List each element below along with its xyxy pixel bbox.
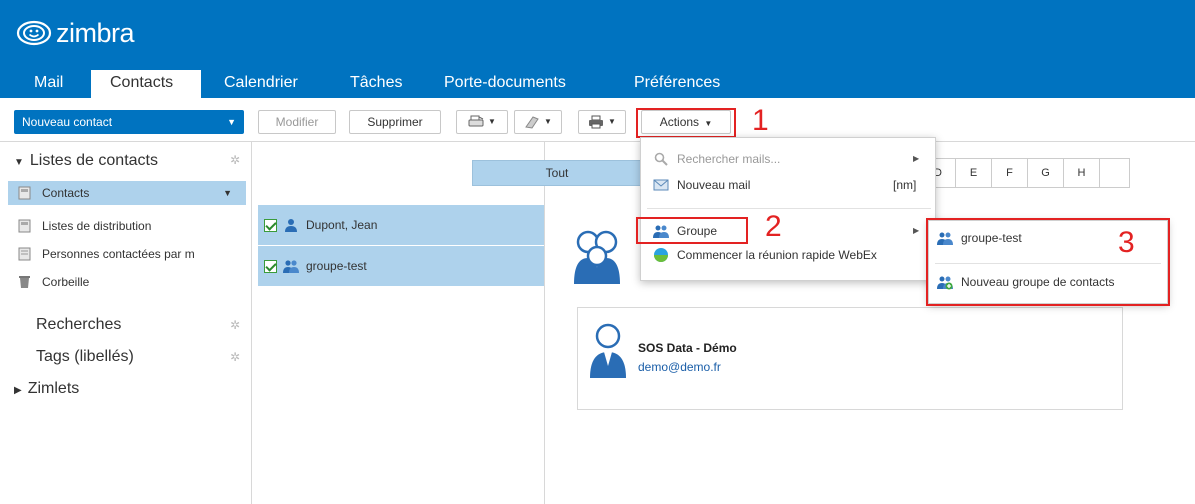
sidebar-item-label: Listes de distribution bbox=[42, 219, 152, 233]
checkbox-checked-icon[interactable] bbox=[264, 260, 277, 273]
contact-lists-header[interactable]: ▼ Listes de contacts bbox=[14, 152, 158, 170]
tab-briefcase[interactable]: Porte-documents bbox=[432, 70, 578, 98]
annotation-box-2 bbox=[636, 217, 748, 244]
alphabet-next-button[interactable] bbox=[1100, 158, 1130, 188]
contact-list-pane: Dupont, Jean groupe-test bbox=[253, 142, 545, 504]
address-book-icon bbox=[18, 247, 31, 261]
print-button[interactable]: ▼ bbox=[578, 110, 626, 134]
annotation-step-1: 1 bbox=[752, 104, 769, 137]
searches-header[interactable]: Recherches bbox=[36, 316, 121, 334]
contact-name: Dupont, Jean bbox=[306, 218, 378, 232]
sidebar-item-label: Personnes contactées par m bbox=[42, 247, 195, 261]
chevron-down-icon: ▼ bbox=[488, 117, 496, 126]
menu-item-new-mail[interactable]: Nouveau mail [nm] bbox=[641, 174, 935, 196]
contact-lists-title: Listes de contacts bbox=[29, 152, 158, 169]
menu-item-label: Commencer la réunion rapide WebEx bbox=[677, 248, 877, 262]
gear-icon[interactable]: ✲ bbox=[230, 351, 242, 363]
tags-header[interactable]: Tags (libellés) bbox=[36, 348, 134, 366]
new-contact-label: Nouveau contact bbox=[22, 115, 113, 129]
sidebar-item-contacts[interactable]: Contacts ▼ bbox=[8, 181, 246, 205]
alphabet-all-button[interactable]: Tout bbox=[472, 160, 642, 186]
print-layout-icon bbox=[468, 115, 484, 127]
sidebar-item-label: Corbeille bbox=[42, 275, 90, 289]
contact-email-link[interactable]: demo@demo.fr bbox=[638, 360, 721, 374]
contact-name: groupe-test bbox=[306, 259, 367, 273]
webex-globe-icon bbox=[654, 248, 668, 262]
zimbra-logo[interactable]: zimbra bbox=[16, 17, 135, 48]
submenu-arrow-icon: ▶ bbox=[913, 226, 920, 235]
address-book-icon bbox=[18, 186, 31, 200]
tag-icon bbox=[525, 116, 539, 129]
alphabet-h-button[interactable]: H bbox=[1064, 158, 1100, 188]
menu-item-search-mails[interactable]: Rechercher mails... ▶ bbox=[641, 148, 935, 170]
submenu-arrow-icon: ▶ bbox=[913, 154, 920, 163]
tab-contacts[interactable]: Contacts bbox=[91, 70, 201, 98]
printer-icon bbox=[589, 115, 604, 129]
search-icon bbox=[654, 152, 668, 166]
gear-icon[interactable]: ✲ bbox=[230, 319, 242, 331]
sidebar-item-label: Contacts bbox=[42, 186, 90, 200]
zimlets-title: Zimlets bbox=[27, 380, 80, 397]
chevron-down-icon: ▼ bbox=[544, 117, 552, 126]
chevron-down-icon: ▼ bbox=[608, 117, 616, 126]
sidebar-item-trash[interactable]: Corbeille bbox=[8, 270, 246, 294]
alphabet-f-button[interactable]: F bbox=[992, 158, 1028, 188]
new-contact-button[interactable]: Nouveau contact ▼ bbox=[14, 110, 244, 134]
contact-avatar-icon bbox=[590, 323, 626, 378]
annotation-step-2: 2 bbox=[765, 210, 782, 243]
top-header: zimbra Mail Contacts Calendrier Tâches P… bbox=[0, 0, 1195, 98]
annotation-step-3: 3 bbox=[1118, 226, 1135, 259]
chevron-down-icon[interactable]: ▼ bbox=[227, 110, 236, 134]
tab-mail[interactable]: Mail bbox=[22, 70, 75, 98]
list-item[interactable]: Dupont, Jean bbox=[258, 205, 544, 245]
alphabet-g-button[interactable]: G bbox=[1028, 158, 1064, 188]
sidebar-item-distribution-lists[interactable]: Listes de distribution bbox=[8, 214, 246, 238]
zimlets-header[interactable]: ▶ Zimlets bbox=[14, 380, 79, 398]
tab-calendar[interactable]: Calendrier bbox=[212, 70, 310, 98]
edit-button[interactable]: Modifier bbox=[258, 110, 336, 134]
left-sidebar: ▼ Listes de contacts ✲ Contacts ▼ Listes … bbox=[0, 142, 252, 504]
tab-tasks[interactable]: Tâches bbox=[338, 70, 414, 98]
gear-icon[interactable]: ✲ bbox=[230, 154, 242, 166]
sidebar-item-emailed-contacts[interactable]: Personnes contactées par m bbox=[8, 242, 246, 266]
checkbox-checked-icon[interactable] bbox=[264, 219, 277, 232]
logo-text: zimbra bbox=[56, 17, 135, 48]
alphabet-e-button[interactable]: E bbox=[956, 158, 992, 188]
zimbra-logo-icon bbox=[16, 20, 52, 46]
menu-shortcut: [nm] bbox=[893, 178, 917, 192]
toolbar: Nouveau contact ▼ Modifier Supprimer ▼ ▼… bbox=[0, 98, 1195, 142]
annotation-box-1 bbox=[636, 108, 736, 138]
envelope-icon bbox=[653, 179, 669, 191]
delete-button[interactable]: Supprimer bbox=[349, 110, 441, 134]
contact-group-icon bbox=[283, 260, 299, 273]
menu-separator bbox=[647, 208, 931, 209]
menu-item-webex[interactable]: Commencer la réunion rapide WebEx bbox=[641, 244, 935, 266]
collapse-arrow-icon[interactable]: ▼ bbox=[14, 157, 24, 168]
contact-name: SOS Data - Démo bbox=[638, 341, 737, 355]
address-book-icon bbox=[18, 219, 31, 233]
contact-detail-card bbox=[577, 307, 1123, 410]
tag-button[interactable]: ▼ bbox=[514, 110, 562, 134]
menu-item-label: Nouveau mail bbox=[677, 178, 751, 192]
menu-item-label: Rechercher mails... bbox=[677, 152, 781, 166]
expand-arrow-icon[interactable]: ▶ bbox=[14, 385, 22, 396]
contact-person-icon bbox=[285, 219, 297, 232]
tab-preferences[interactable]: Préférences bbox=[622, 70, 732, 98]
group-avatar-icon bbox=[574, 230, 620, 284]
print-format-button[interactable]: ▼ bbox=[456, 110, 508, 134]
trash-icon bbox=[19, 276, 30, 288]
chevron-down-icon[interactable]: ▼ bbox=[223, 181, 232, 205]
list-item[interactable]: groupe-test bbox=[258, 246, 544, 286]
actions-menu: Rechercher mails... ▶ Nouveau mail [nm] … bbox=[640, 137, 936, 281]
